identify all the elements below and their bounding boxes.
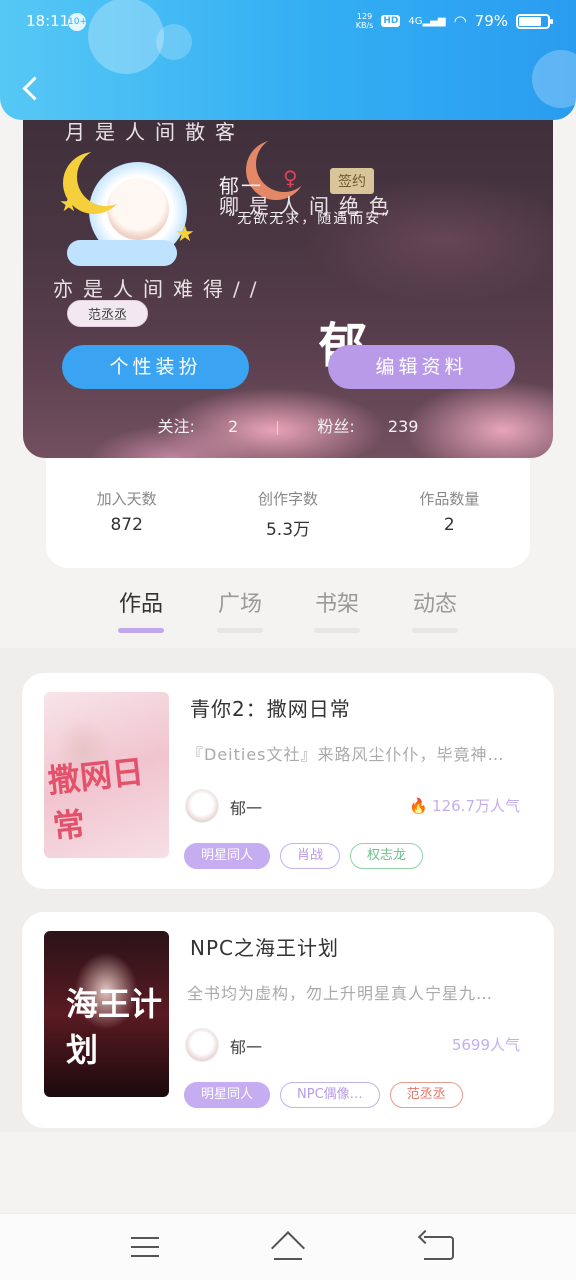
tab-activity[interactable]: 动态 bbox=[405, 586, 465, 633]
book-description: 全书均为虚构，勿上升明星真人宁星九… bbox=[187, 984, 494, 1003]
cover-text: 撒网日常 bbox=[46, 752, 146, 846]
profile-tabs: 作品 广场 书架 动态 bbox=[0, 586, 576, 636]
tag[interactable]: NPC偶像… bbox=[280, 1082, 380, 1108]
battery-percent: 79% bbox=[474, 12, 508, 30]
hd-icon: HD bbox=[381, 15, 401, 27]
stat-label: 创作字数 bbox=[257, 490, 318, 508]
female-icon: ♀ bbox=[283, 166, 298, 190]
status-bar: 18:11 10+ 129 KB/s HD 4G▂▄▆ ◠ 79% bbox=[0, 10, 576, 34]
tag[interactable]: 肖战 bbox=[280, 843, 341, 869]
stat-value: 5.3万 bbox=[265, 520, 311, 540]
fans-link[interactable]: 粉丝: 239 bbox=[303, 417, 432, 436]
book-title[interactable]: 青你2：撒网日常 bbox=[190, 693, 351, 722]
tag[interactable]: 明星同人 bbox=[184, 1082, 271, 1108]
decor-bubble bbox=[532, 50, 576, 108]
stat-label: 加入天数 bbox=[96, 490, 157, 508]
back-arrow-icon[interactable] bbox=[18, 72, 48, 106]
tag[interactable]: 权志龙 bbox=[350, 843, 424, 869]
personalize-button[interactable]: 个性装扮 bbox=[62, 345, 249, 389]
poem-line-3: 亦是人间难得// bbox=[53, 277, 267, 301]
stat-join-days: 加入天数 872 bbox=[46, 456, 207, 568]
cover-text: 海王计划 bbox=[66, 985, 163, 1069]
author-avatar bbox=[185, 1028, 219, 1062]
return-icon[interactable] bbox=[424, 1236, 454, 1260]
net-speed: 129 KB/s bbox=[356, 12, 374, 30]
poem-line-1: 月是人间散客 bbox=[65, 120, 245, 144]
popularity-count: 🔥 126.7万人气 bbox=[409, 797, 520, 815]
menu-icon[interactable] bbox=[131, 1237, 159, 1257]
following-link[interactable]: 关注: 2 bbox=[144, 417, 253, 436]
stats-card: 加入天数 872 创作字数 5.3万 作品数量 2 bbox=[46, 456, 530, 568]
tab-works[interactable]: 作品 bbox=[111, 586, 171, 633]
status-icons: 129 KB/s HD 4G▂▄▆ ◠ 79% bbox=[356, 12, 553, 30]
tag[interactable]: 明星同人 bbox=[184, 843, 271, 869]
notification-badge: 10+ bbox=[68, 13, 87, 31]
author-name: 郁一 bbox=[230, 799, 263, 818]
tag[interactable]: 范丞丞 bbox=[389, 1082, 463, 1108]
wifi-icon: ◠ bbox=[453, 12, 467, 30]
tag-list: 明星同人 NPC偶像… 范丞丞 bbox=[184, 1082, 463, 1108]
top-header: 18:11 10+ 129 KB/s HD 4G▂▄▆ ◠ 79% bbox=[0, 0, 576, 120]
user-motto: “无欲无求，随遇而安” bbox=[228, 211, 391, 227]
stat-label: 作品数量 bbox=[419, 490, 480, 508]
book-title[interactable]: NPC之海王计划 bbox=[190, 932, 339, 961]
stat-value: 872 bbox=[110, 515, 143, 535]
popularity-count: 5699人气 bbox=[451, 1036, 520, 1054]
book-cover[interactable]: 撒网日常 bbox=[44, 692, 169, 858]
book-card[interactable]: 海王计划 NPC之海王计划 全书均为虚构，勿上升明星真人宁星九… 郁一 5699… bbox=[22, 912, 554, 1128]
system-nav-bar bbox=[0, 1213, 576, 1280]
star-icon: ★ bbox=[59, 192, 79, 217]
status-time: 18:11 bbox=[26, 12, 70, 30]
book-card[interactable]: 撒网日常 青你2：撒网日常 『Deities文社』来路风尘仆仆，毕竟神… 郁一 … bbox=[22, 673, 554, 889]
profile-banner: 月是人间散客 郁一 ♀ 签约 卿是人间绝色 “无欲无求，随遇而安” ★ ★ 亦是… bbox=[23, 100, 553, 458]
stat-value: 2 bbox=[443, 515, 455, 535]
moon-icon bbox=[77, 148, 135, 206]
book-cover[interactable]: 海王计划 bbox=[44, 931, 169, 1097]
name-tag-badge: 范丞丞 bbox=[67, 300, 149, 327]
stat-word-count: 创作字数 5.3万 bbox=[207, 456, 368, 568]
book-description: 『Deities文社』来路风尘仆仆，毕竟神… bbox=[187, 745, 505, 764]
flame-icon: 🔥 bbox=[409, 797, 429, 815]
tag-list: 明星同人 肖战 权志龙 bbox=[184, 843, 424, 869]
net-speed-unit: KB/s bbox=[355, 21, 374, 30]
avatar[interactable]: ★ ★ bbox=[57, 150, 197, 274]
author-name: 郁一 bbox=[230, 1038, 263, 1057]
tab-bookshelf[interactable]: 书架 bbox=[307, 586, 367, 633]
net-speed-value: 129 bbox=[356, 12, 373, 21]
edit-profile-button[interactable]: 编辑资料 bbox=[328, 345, 515, 389]
divider bbox=[277, 420, 279, 435]
tab-square[interactable]: 广场 bbox=[210, 586, 270, 633]
follow-stats: 关注: 2 粉丝: 239 bbox=[23, 413, 553, 437]
cloud-icon bbox=[67, 240, 177, 266]
signal-icon: 4G▂▄▆ bbox=[408, 15, 446, 27]
star-icon: ★ bbox=[175, 222, 195, 247]
author-avatar bbox=[185, 789, 219, 823]
stat-work-count: 作品数量 2 bbox=[369, 456, 530, 568]
battery-icon bbox=[516, 13, 553, 29]
home-icon[interactable] bbox=[270, 1232, 306, 1262]
